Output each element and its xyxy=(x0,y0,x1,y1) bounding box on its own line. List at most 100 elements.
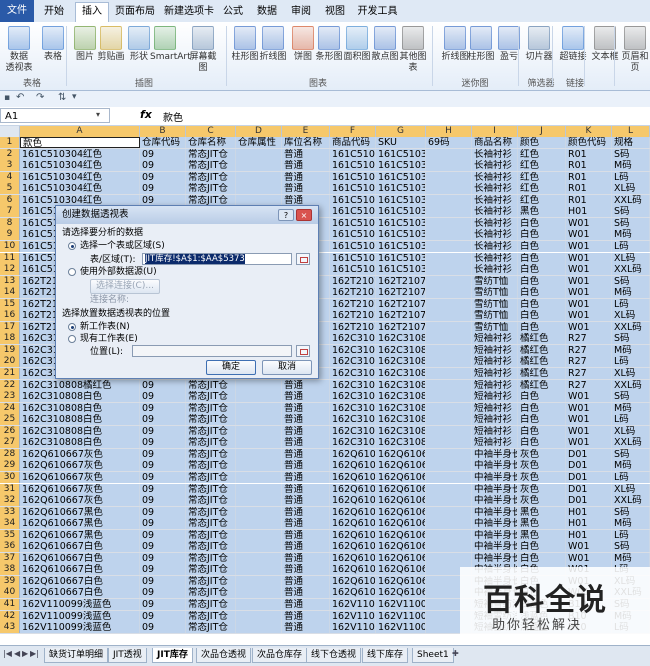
cell[interactable]: 162T2107 xyxy=(330,287,376,299)
row-header[interactable]: 30 xyxy=(0,471,20,483)
cell[interactable]: S码 xyxy=(612,541,650,553)
cell[interactable]: H01 xyxy=(566,518,612,530)
cell[interactable] xyxy=(426,471,472,483)
row-header[interactable]: 8 xyxy=(0,217,20,229)
cell[interactable]: L码 xyxy=(612,414,650,426)
ribbon-button-19[interactable]: 文本框 xyxy=(590,26,620,63)
cell[interactable] xyxy=(236,402,282,414)
cell[interactable]: 162Q610667W010L xyxy=(376,564,426,576)
cell[interactable]: 09 xyxy=(140,518,186,530)
cell[interactable]: 中袖半身长灰色 xyxy=(472,460,518,472)
cell[interactable]: 短袖衬衫 xyxy=(472,356,518,368)
cell[interactable]: 162C310808R270L xyxy=(376,356,426,368)
cell[interactable]: 常态JIT仓 xyxy=(186,622,236,634)
cell[interactable]: 中袖半身长黑色 xyxy=(472,518,518,530)
cell[interactable]: 162V1100 xyxy=(330,610,376,622)
cell[interactable]: 162Q610667D010M xyxy=(376,460,426,472)
cell[interactable]: 常态JIT仓 xyxy=(186,425,236,437)
cell[interactable]: 常态JIT仓 xyxy=(186,460,236,472)
cell[interactable]: 162Q610667W010S xyxy=(376,541,426,553)
cell[interactable]: 161C510304R01XL xyxy=(376,183,426,195)
cell[interactable] xyxy=(426,160,472,172)
cell[interactable]: M码 xyxy=(612,402,650,414)
cell[interactable]: 161C5103 xyxy=(330,252,376,264)
cell[interactable] xyxy=(236,495,282,507)
prev-sheet-icon[interactable]: ◀ xyxy=(14,649,20,658)
cell[interactable]: 中袖半身长灰色 xyxy=(472,448,518,460)
cell[interactable]: 常态JIT仓 xyxy=(186,587,236,599)
cell[interactable]: D01 xyxy=(566,483,612,495)
cell[interactable] xyxy=(426,356,472,368)
cell[interactable]: 161C510304R01XXL xyxy=(376,194,426,206)
ribbon-button-10[interactable]: 条形图 xyxy=(314,26,344,63)
cell[interactable]: 黑色 xyxy=(518,506,566,518)
cell[interactable]: 162C3108 xyxy=(330,344,376,356)
cell[interactable] xyxy=(426,368,472,379)
cell[interactable]: R01 xyxy=(566,148,612,160)
cell[interactable]: 162Q610667D010S xyxy=(376,448,426,460)
cell[interactable]: 09 xyxy=(140,148,186,160)
row-header[interactable]: 43 xyxy=(0,622,20,634)
cell[interactable]: 162Q6106 xyxy=(330,448,376,460)
sheet-tab[interactable]: 线下库存 xyxy=(362,648,409,663)
radio-new-worksheet[interactable] xyxy=(68,323,76,331)
cell[interactable] xyxy=(236,587,282,599)
radio-external-source[interactable] xyxy=(68,268,76,276)
row-header[interactable]: 36 xyxy=(0,541,20,553)
cell[interactable]: 162Q610667黑色 xyxy=(20,529,140,541)
cell[interactable]: 短袖衬衫 xyxy=(472,344,518,356)
cell[interactable]: W01 xyxy=(566,252,612,264)
cell[interactable]: 162Q610667灰色 xyxy=(20,495,140,507)
row-header[interactable]: 16 xyxy=(0,310,20,322)
cell[interactable]: H01 xyxy=(566,506,612,518)
cell[interactable]: 161C510304红色 xyxy=(20,183,140,195)
cell[interactable]: 雪纺T恤 xyxy=(472,287,518,299)
cell[interactable] xyxy=(236,552,282,564)
cell[interactable] xyxy=(426,437,472,449)
cell[interactable] xyxy=(426,460,472,472)
cell[interactable]: 中袖半身长白色 xyxy=(472,552,518,564)
cell[interactable]: S码 xyxy=(612,206,650,218)
ribbon-tab-9[interactable]: 开发工具 xyxy=(355,3,400,21)
row-header[interactable]: 29 xyxy=(0,460,20,472)
cell[interactable]: 162Q6106 xyxy=(330,541,376,553)
cell[interactable]: 白色 xyxy=(518,552,566,564)
cell[interactable] xyxy=(236,437,282,449)
cell[interactable]: 09 xyxy=(140,437,186,449)
cell[interactable]: 162Q610667白色 xyxy=(20,575,140,587)
cell[interactable]: 红色 xyxy=(518,171,566,183)
cell[interactable]: 162C310808W012L xyxy=(376,437,426,449)
sheet-tab[interactable]: 线下仓透视 xyxy=(306,648,362,663)
cell[interactable]: 短袖衬衫 xyxy=(472,414,518,426)
sheet-tab[interactable]: 次品仓透视 xyxy=(196,648,252,663)
cell[interactable]: 仓库代码 xyxy=(140,137,186,148)
cell[interactable]: 常态JIT仓 xyxy=(186,183,236,195)
cell[interactable]: S码 xyxy=(612,275,650,287)
cell[interactable]: S码 xyxy=(612,333,650,345)
cell[interactable]: 09 xyxy=(140,564,186,576)
cell[interactable]: W01 xyxy=(566,552,612,564)
row-header[interactable]: 37 xyxy=(0,552,20,564)
cell[interactable]: 162Q610667灰色 xyxy=(20,448,140,460)
cell[interactable]: 商品代码 xyxy=(330,137,376,148)
cell[interactable]: 雪纺T恤 xyxy=(472,321,518,333)
range-input[interactable]: JIT库存!$A$1:$AA$5373 xyxy=(142,253,292,265)
cell[interactable]: 灰色 xyxy=(518,483,566,495)
cell[interactable]: 162Q6106 xyxy=(330,506,376,518)
row-header[interactable]: 6 xyxy=(0,194,20,206)
cell[interactable]: 161C510304R010S xyxy=(376,148,426,160)
cell[interactable]: W01 xyxy=(566,275,612,287)
cell[interactable]: 普通 xyxy=(282,460,330,472)
cell[interactable]: 162Q610667白色 xyxy=(20,541,140,553)
ribbon-tab-3[interactable]: 页面布局 xyxy=(110,3,160,21)
cell[interactable]: R27 xyxy=(566,333,612,345)
cell[interactable]: 09 xyxy=(140,575,186,587)
ribbon-tab-0[interactable]: 文件 xyxy=(0,0,34,22)
cell[interactable]: 162C310808W010S xyxy=(376,391,426,403)
customize-qat-icon[interactable]: ▾ xyxy=(72,92,77,102)
cell[interactable] xyxy=(426,206,472,218)
cell[interactable]: 常态JIT仓 xyxy=(186,471,236,483)
ribbon-tab-7[interactable]: 审阅 xyxy=(286,3,316,21)
cell[interactable]: 灰色 xyxy=(518,471,566,483)
cell[interactable]: 161C510304红色 xyxy=(20,171,140,183)
